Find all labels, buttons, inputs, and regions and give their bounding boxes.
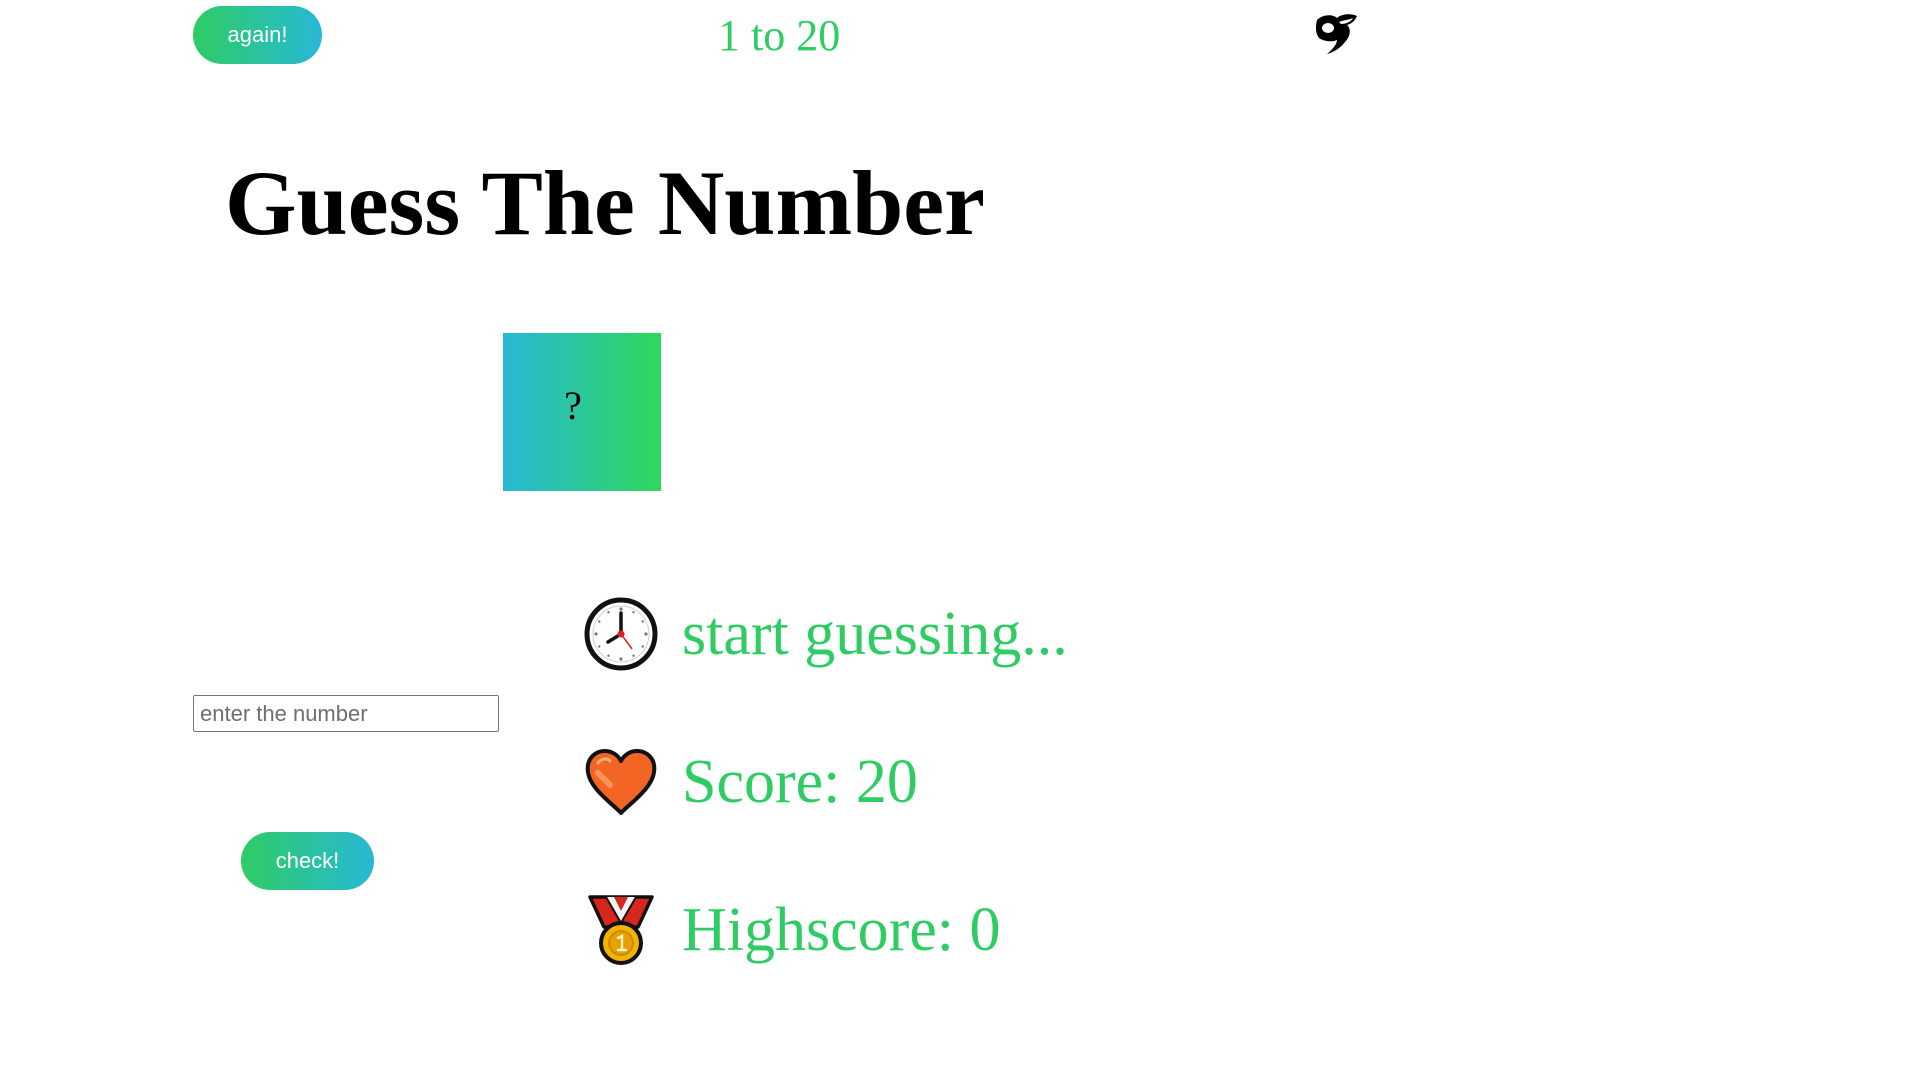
score-text: Score: 20 (682, 748, 918, 816)
page-title: Guess The Number (225, 152, 985, 254)
guess-input[interactable] (193, 695, 499, 732)
highscore-row: Highscore: 0 (584, 893, 1001, 967)
again-button[interactable]: again! (193, 6, 322, 64)
heart-icon (585, 749, 657, 815)
bird-logo-icon (1315, 14, 1357, 54)
check-button[interactable]: check! (241, 832, 374, 890)
highscore-text: Highscore: 0 (682, 896, 1001, 964)
range-label: 1 to 20 (718, 11, 841, 60)
message-text: start guessing... (682, 600, 1068, 668)
medal-icon (588, 895, 654, 965)
score-row: Score: 20 (584, 745, 918, 819)
clock-icon (584, 597, 658, 671)
secret-number-box: ? (503, 333, 661, 491)
message-row: start guessing... (584, 597, 1068, 671)
secret-number: ? (564, 383, 582, 428)
